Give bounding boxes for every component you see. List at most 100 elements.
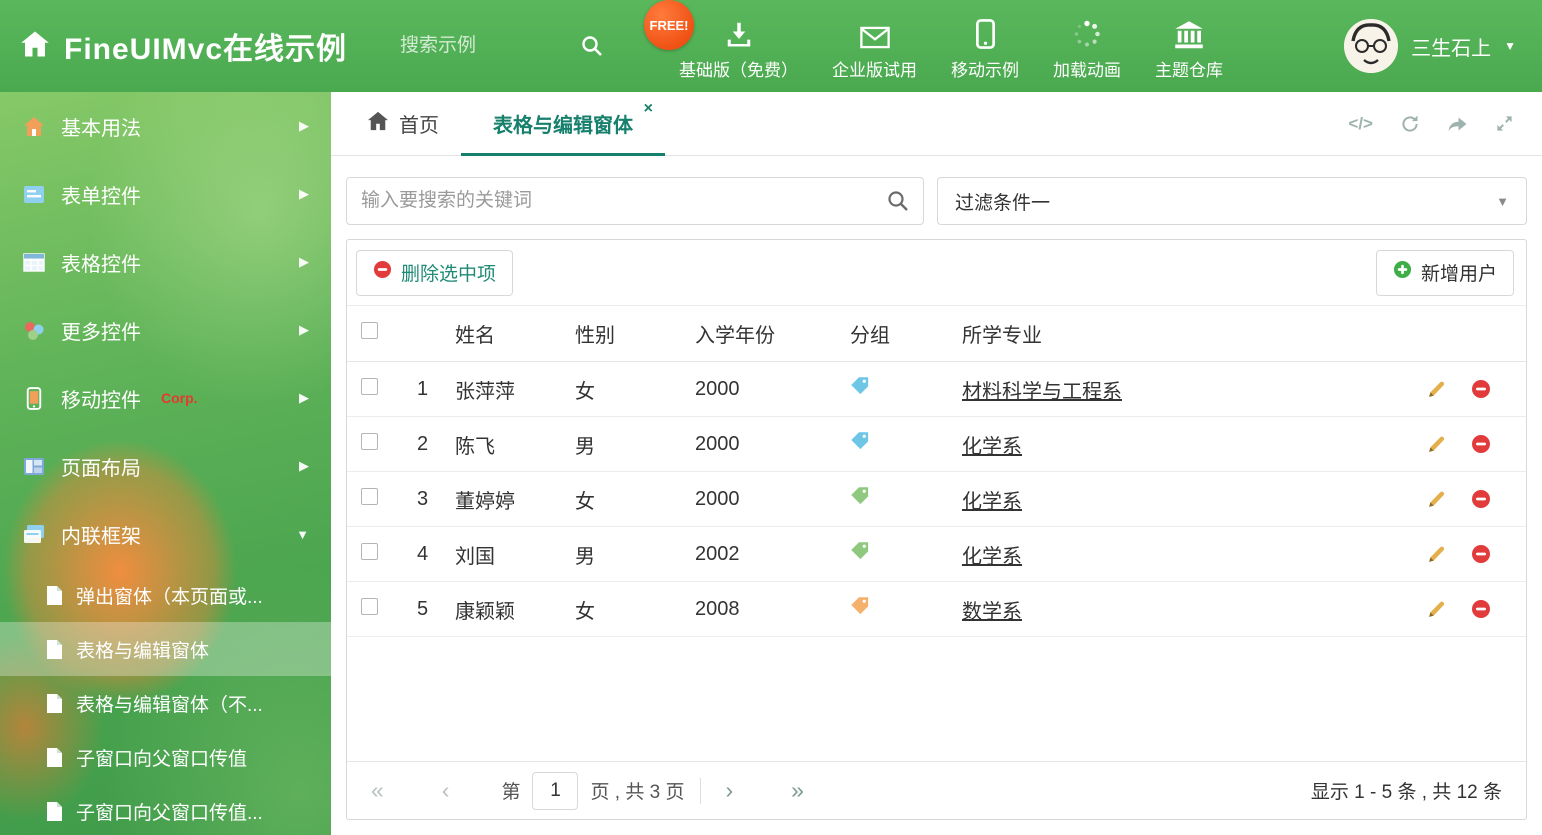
keyword-search-input[interactable] [347, 178, 865, 224]
code-icon[interactable]: </> [1348, 114, 1373, 134]
filter-row: 过滤条件一 ▼ [346, 177, 1527, 225]
row-gender: 女 [575, 600, 595, 623]
delete-selected-button[interactable]: 删除选中项 [356, 249, 514, 296]
edit-pencil-icon[interactable] [1426, 379, 1447, 400]
last-page-button[interactable]: » [791, 779, 804, 802]
sidebar-subitem-child-to-parent-alt[interactable]: 子窗口向父窗口传值... [0, 784, 331, 835]
delete-row-icon[interactable] [1471, 544, 1491, 565]
sidebar-item-form-controls[interactable]: 表单控件 ▶ [0, 160, 331, 228]
grid-toolbar: 删除选中项 新增用户 [347, 240, 1526, 306]
nav-item-mobile-demo[interactable]: 移动示例 [934, 0, 1036, 92]
edit-pencil-icon[interactable] [1426, 434, 1447, 455]
header-search-input[interactable] [400, 35, 560, 57]
sidebar-item-page-layout[interactable]: 页面布局 ▶ [0, 432, 331, 500]
delete-selected-label: 删除选中项 [401, 264, 497, 285]
nav-item-basic-free[interactable]: FREE! 基础版（免费） [644, 0, 815, 92]
sidebar-subitem-label: 弹出窗体（本页面或... [76, 586, 263, 608]
avatar[interactable] [1344, 19, 1399, 73]
form-icon [22, 182, 46, 206]
delete-row-icon[interactable] [1471, 599, 1491, 620]
sidebar-subitem-grid-edit-window-alt[interactable]: 表格与编辑窗体（不... [0, 676, 331, 730]
close-icon[interactable]: × [644, 101, 653, 117]
row-checkbox[interactable] [361, 487, 378, 505]
sidebar-subitem-child-to-parent[interactable]: 子窗口向父窗口传值 [0, 730, 331, 784]
nav-item-loading-animation[interactable]: 加载动画 [1036, 0, 1138, 92]
header-search [400, 26, 610, 66]
filter-dropdown[interactable]: 过滤条件一 ▼ [937, 177, 1527, 225]
major-link[interactable]: 化学系 [962, 436, 1022, 458]
delete-row-icon[interactable] [1471, 489, 1491, 510]
edit-pencil-icon[interactable] [1426, 489, 1447, 510]
row-checkbox[interactable] [361, 597, 378, 615]
row-index: 3 [417, 487, 429, 510]
major-link[interactable]: 化学系 [962, 491, 1022, 513]
expand-icon[interactable] [1495, 114, 1514, 133]
forward-icon[interactable] [1447, 114, 1468, 133]
page-number-input[interactable] [532, 771, 579, 810]
sidebar-item-grid-controls[interactable]: 表格控件 ▶ [0, 228, 331, 296]
nav-item-theme-store[interactable]: 主题仓库 [1138, 0, 1240, 92]
first-page-button[interactable]: « [371, 779, 384, 802]
tab-bar: 首页 表格与编辑窗体 × </> [331, 92, 1542, 156]
next-page-button[interactable]: › [725, 779, 733, 802]
add-user-button[interactable]: 新增用户 [1375, 249, 1514, 296]
sidebar-item-more-controls[interactable]: 更多控件 ▶ [0, 296, 331, 364]
sidebar-item-label: 内联框架 [61, 525, 141, 548]
refresh-icon[interactable] [1400, 114, 1420, 134]
row-year: 2000 [695, 432, 740, 455]
pager-divider [700, 777, 702, 804]
row-index: 4 [417, 542, 429, 565]
column-header-group: 分组 [850, 325, 890, 347]
delete-row-icon[interactable] [1471, 434, 1491, 455]
row-year: 2000 [695, 487, 740, 510]
sidebar-item-basic-usage[interactable]: 基本用法 ▶ [0, 92, 331, 160]
file-icon [45, 693, 63, 714]
search-icon[interactable] [886, 189, 910, 218]
keyword-search [346, 177, 924, 225]
chevron-down-icon: ▼ [296, 526, 309, 542]
nav-item-label: 企业版试用 [832, 61, 917, 80]
major-link[interactable]: 数学系 [962, 601, 1022, 623]
app-root: FineUIMvc在线示例 FREE! 基础版（免费） 企业版试用 [0, 0, 1542, 835]
select-all-checkbox[interactable] [361, 322, 378, 339]
user-menu[interactable]: 三生石上 ▼ [1344, 19, 1542, 73]
free-badge: FREE! [644, 0, 694, 50]
row-checkbox[interactable] [361, 542, 378, 560]
row-gender: 男 [575, 545, 595, 568]
major-link[interactable]: 材料科学与工程系 [962, 381, 1122, 403]
search-icon[interactable] [580, 34, 604, 63]
major-link[interactable]: 化学系 [962, 546, 1022, 568]
column-header-year: 入学年份 [695, 325, 775, 347]
tag-icon [850, 377, 870, 401]
sidebar-subitem-label: 子窗口向父窗口传值... [76, 802, 263, 824]
app-logo[interactable]: FineUIMvc在线示例 [0, 24, 400, 68]
download-icon [724, 17, 754, 49]
tab-home[interactable]: 首页 [345, 92, 461, 155]
tab-grid-edit-window[interactable]: 表格与编辑窗体 × [461, 92, 665, 156]
plus-circle-icon [1393, 260, 1412, 285]
row-checkbox[interactable] [361, 432, 378, 450]
main-area: 首页 表格与编辑窗体 × </> 输入要搜索的关键词 过滤条件一 ▼ 删除选中项… [331, 92, 1542, 835]
sidebar-subitem-popup-window[interactable]: 弹出窗体（本页面或... [0, 568, 331, 622]
edit-pencil-icon[interactable] [1426, 599, 1447, 620]
delete-row-icon[interactable] [1471, 379, 1491, 400]
sidebar-item-inline-frame[interactable]: 内联框架 ▼ [0, 500, 331, 568]
column-header-major: 所学专业 [962, 325, 1042, 347]
table-row: 4 刘国 男 2002 化学系 [347, 527, 1526, 582]
prev-page-button[interactable]: ‹ [442, 779, 450, 802]
chevron-right-icon: ▶ [299, 390, 309, 405]
sidebar-subitem-label: 表格与编辑窗体 [76, 640, 210, 662]
table-row: 2 陈飞 男 2000 化学系 [347, 417, 1526, 472]
sidebar-item-label: 表格控件 [61, 253, 141, 276]
sidebar-item-label: 表单控件 [61, 185, 141, 208]
sidebar-item-mobile-controls[interactable]: 移动控件 Corp. ▶ [0, 364, 331, 432]
nav-item-label: 基础版（免费） [679, 61, 798, 80]
nav-item-enterprise-trial[interactable]: 企业版试用 [815, 0, 934, 92]
sidebar-subitem-grid-edit-window[interactable]: 表格与编辑窗体 [0, 622, 331, 676]
chevron-right-icon: ▶ [299, 322, 309, 337]
iframe-icon [22, 522, 46, 546]
edit-pencil-icon[interactable] [1426, 544, 1447, 565]
column-header-name: 姓名 [455, 325, 495, 347]
row-checkbox[interactable] [361, 377, 378, 395]
chevron-right-icon: ▶ [299, 458, 309, 473]
